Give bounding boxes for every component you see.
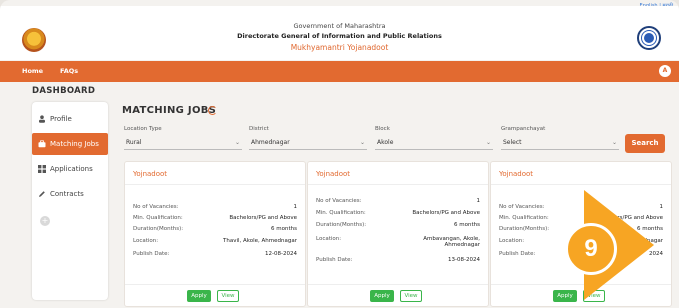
- job-card-title: Yojnadoot: [499, 170, 534, 178]
- sidebar-item-label: Applications: [50, 165, 93, 173]
- refresh-icon[interactable]: [208, 106, 217, 115]
- chevron-down-icon: ⌄: [234, 139, 240, 146]
- job-card-actions: Apply View: [125, 284, 305, 306]
- view-button[interactable]: View: [400, 290, 422, 302]
- grampanchayat-label: Grampanchayat: [501, 126, 546, 132]
- sidebar-item-label: Profile: [50, 115, 72, 123]
- job-card-title: Yojnadoot: [316, 170, 351, 178]
- job-card: Yojnadoot No of Vacancies: 1 Min. Qualifi…: [124, 161, 306, 307]
- dgipr-logo: [637, 26, 661, 50]
- grampanchayat-value: Select: [503, 139, 522, 146]
- location-type-select[interactable]: Rural ⌄: [124, 136, 242, 150]
- site-header: Government of Maharashtra Directorate Ge…: [0, 6, 679, 60]
- nav-home[interactable]: Home: [22, 67, 43, 75]
- briefcase-icon: [38, 140, 46, 148]
- grampanchayat-select[interactable]: Select ⌄: [501, 136, 619, 150]
- divider: [308, 184, 488, 185]
- step-number-badge: 9: [565, 223, 617, 275]
- search-button[interactable]: Search: [625, 134, 665, 153]
- nav-faqs[interactable]: FAQs: [60, 67, 78, 75]
- apply-button[interactable]: Apply: [370, 290, 394, 302]
- location-type-label: Location Type: [124, 126, 162, 132]
- district-label: District: [249, 126, 269, 132]
- header-line-directorate: Directorate General of Information and P…: [237, 32, 442, 40]
- job-card: Yojnadoot No of Vacancies: 1 Min. Qualifi…: [307, 161, 489, 307]
- add-icon[interactable]: +: [40, 216, 50, 226]
- sidebar-item-contracts[interactable]: Contracts: [32, 183, 108, 205]
- chevron-down-icon: ⌄: [611, 139, 617, 146]
- block-value: Akole: [377, 139, 394, 146]
- grid-icon: [38, 165, 46, 173]
- chevron-down-icon: ⌄: [359, 139, 365, 146]
- user-avatar[interactable]: A: [659, 65, 671, 77]
- header-line-scheme: Mukhyamantri Yojanadoot: [290, 43, 389, 52]
- page-title: MATCHING JOBS: [122, 105, 217, 116]
- district-value: Ahmednagar: [251, 139, 290, 146]
- dashboard-title: DASHBOARD: [32, 86, 96, 96]
- chevron-down-icon: ⌄: [485, 139, 491, 146]
- person-icon: [39, 115, 45, 123]
- apply-button[interactable]: Apply: [187, 290, 211, 302]
- location-type-value: Rural: [126, 139, 142, 146]
- divider: [125, 184, 305, 185]
- sidebar-item-label: Contracts: [50, 190, 84, 198]
- divider: [491, 184, 671, 185]
- block-select[interactable]: Akole ⌄: [375, 136, 493, 150]
- block-label: Block: [375, 126, 390, 132]
- sidebar: Profile Matching Jobs Applications Contr…: [32, 102, 108, 300]
- header-line-government: Government of Maharashtra: [293, 22, 386, 30]
- job-card-title: Yojnadoot: [133, 170, 168, 178]
- header-titles: Government of Maharashtra Directorate Ge…: [0, 22, 679, 52]
- sidebar-item-label: Matching Jobs: [50, 140, 99, 148]
- district-select[interactable]: Ahmednagar ⌄: [249, 136, 367, 150]
- app-frame: English | मराठी Government of Maharashtr…: [0, 0, 679, 308]
- pen-icon: [39, 191, 45, 197]
- sidebar-item-matching-jobs[interactable]: Matching Jobs: [32, 133, 108, 155]
- sidebar-item-profile[interactable]: Profile: [32, 108, 108, 130]
- top-navbar: Home FAQs A: [0, 61, 679, 82]
- view-button[interactable]: View: [217, 290, 239, 302]
- sidebar-item-applications[interactable]: Applications: [32, 158, 108, 180]
- job-card-actions: Apply View: [308, 284, 488, 306]
